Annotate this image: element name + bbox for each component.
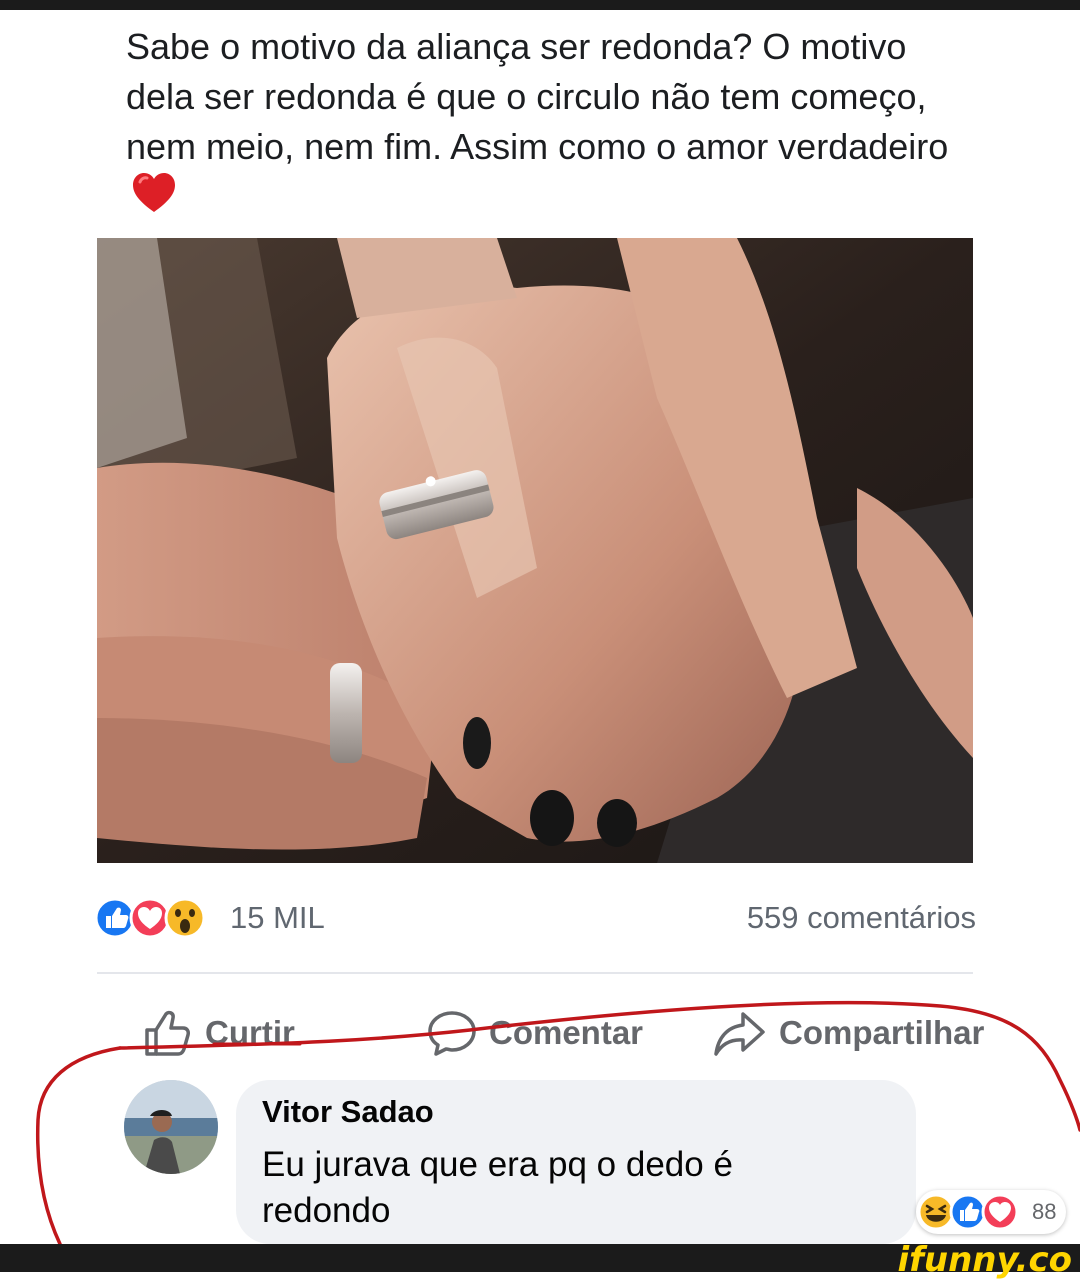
thumbs-up-icon [143,1008,193,1058]
reaction-count[interactable]: 15 MIL [230,897,325,939]
speech-bubble-icon [427,1008,477,1058]
haha-icon [917,1193,955,1231]
comment-author[interactable]: Vitor Sadao [262,1094,434,1130]
post-actions-bar: Curtir Comentar Compartilhar [97,1000,987,1066]
comment-button-label: Comentar [489,1014,644,1051]
post-caption-text: Sabe o motivo da aliança ser redonda? O … [126,26,949,167]
actions-divider [97,972,973,974]
comments-count[interactable]: 559 comentários [747,897,976,939]
love-icon [129,897,171,939]
like-icon [94,897,136,939]
comment-reactions-badge[interactable]: 88 [916,1190,1066,1234]
share-arrow-icon [713,1008,767,1058]
comment-button[interactable]: Comentar [427,1000,643,1066]
red-heart-emoji [132,172,176,227]
like-button-label: Curtir [205,1014,295,1051]
like-button[interactable]: Curtir [143,1000,295,1066]
post-caption: Sabe o motivo da aliança ser redonda? O … [126,22,966,227]
comment-bubble[interactable]: Vitor Sadao Eu jurava que era pq o dedo … [236,1080,916,1244]
ifunny-watermark: ifunny.co [897,1240,1072,1280]
avatar[interactable] [124,1080,218,1174]
love-icon [981,1193,1019,1231]
reaction-icons [94,897,224,939]
reactions-summary[interactable]: 15 MIL 559 comentários [94,893,976,943]
share-button-label: Compartilhar [779,1014,985,1051]
wow-icon [164,897,206,939]
post-photo-hands-rings[interactable] [97,238,973,863]
comment-reaction-count: 88 [1032,1199,1057,1224]
top-frame-bar [0,0,1080,10]
like-icon [949,1193,987,1231]
share-button[interactable]: Compartilhar [713,1000,984,1066]
comment-text: Eu jurava que era pq o dedo é redondo [262,1145,733,1230]
